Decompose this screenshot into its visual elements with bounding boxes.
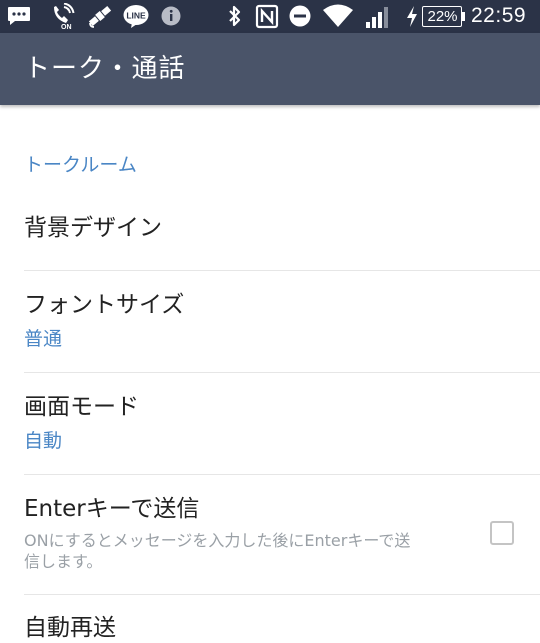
settings-list: トークルーム 背景デザイン フォントサイズ 普通 画面モード 自動 Enterキ… [0,105,540,641]
setting-enter-to-send[interactable]: Enterキーで送信 ONにするとメッセージを入力した後にEnterキーで送 信… [0,475,540,595]
setting-font-size[interactable]: フォントサイズ 普通 [0,271,540,372]
setting-auto-resend[interactable]: 自動再送 [0,595,540,641]
status-bar: ON LINE 22% 22:59 [0,0,540,33]
setting-title: 自動再送 [24,615,116,641]
setting-description-line: 信します。 [24,552,103,571]
signal-icon [366,7,388,28]
app-bar: トーク・通話 [0,33,540,105]
battery-icon: 22% [422,6,466,27]
section-header-talkroom: トークルーム [24,154,137,176]
setting-description-line: ONにするとメッセージを入力した後にEnterキーで送 [24,531,411,550]
charging-icon [407,6,417,27]
nfc-icon [255,4,279,29]
setting-screen-mode[interactable]: 画面モード 自動 [0,373,540,474]
setting-title: Enterキーで送信 [24,496,200,522]
setting-title: 背景デザイン [24,215,162,241]
page-title: トーク・通話 [24,54,186,84]
status-bar-right-icons: 22% [0,0,540,33]
setting-title: 画面モード [24,394,139,420]
wifi-icon [323,4,353,27]
enter-to-send-checkbox[interactable] [490,521,514,545]
setting-background-design[interactable]: 背景デザイン [0,193,540,270]
setting-description: ONにするとメッセージを入力した後にEnterキーで送 信します。 [24,530,464,572]
bluetooth-icon [229,5,241,27]
setting-value: 自動 [24,430,63,452]
setting-value: 普通 [24,328,63,350]
setting-title: フォントサイズ [24,292,185,318]
do-not-disturb-icon [289,5,311,27]
status-time: 22:59 [471,4,527,27]
battery-percent: 22% [427,8,458,25]
